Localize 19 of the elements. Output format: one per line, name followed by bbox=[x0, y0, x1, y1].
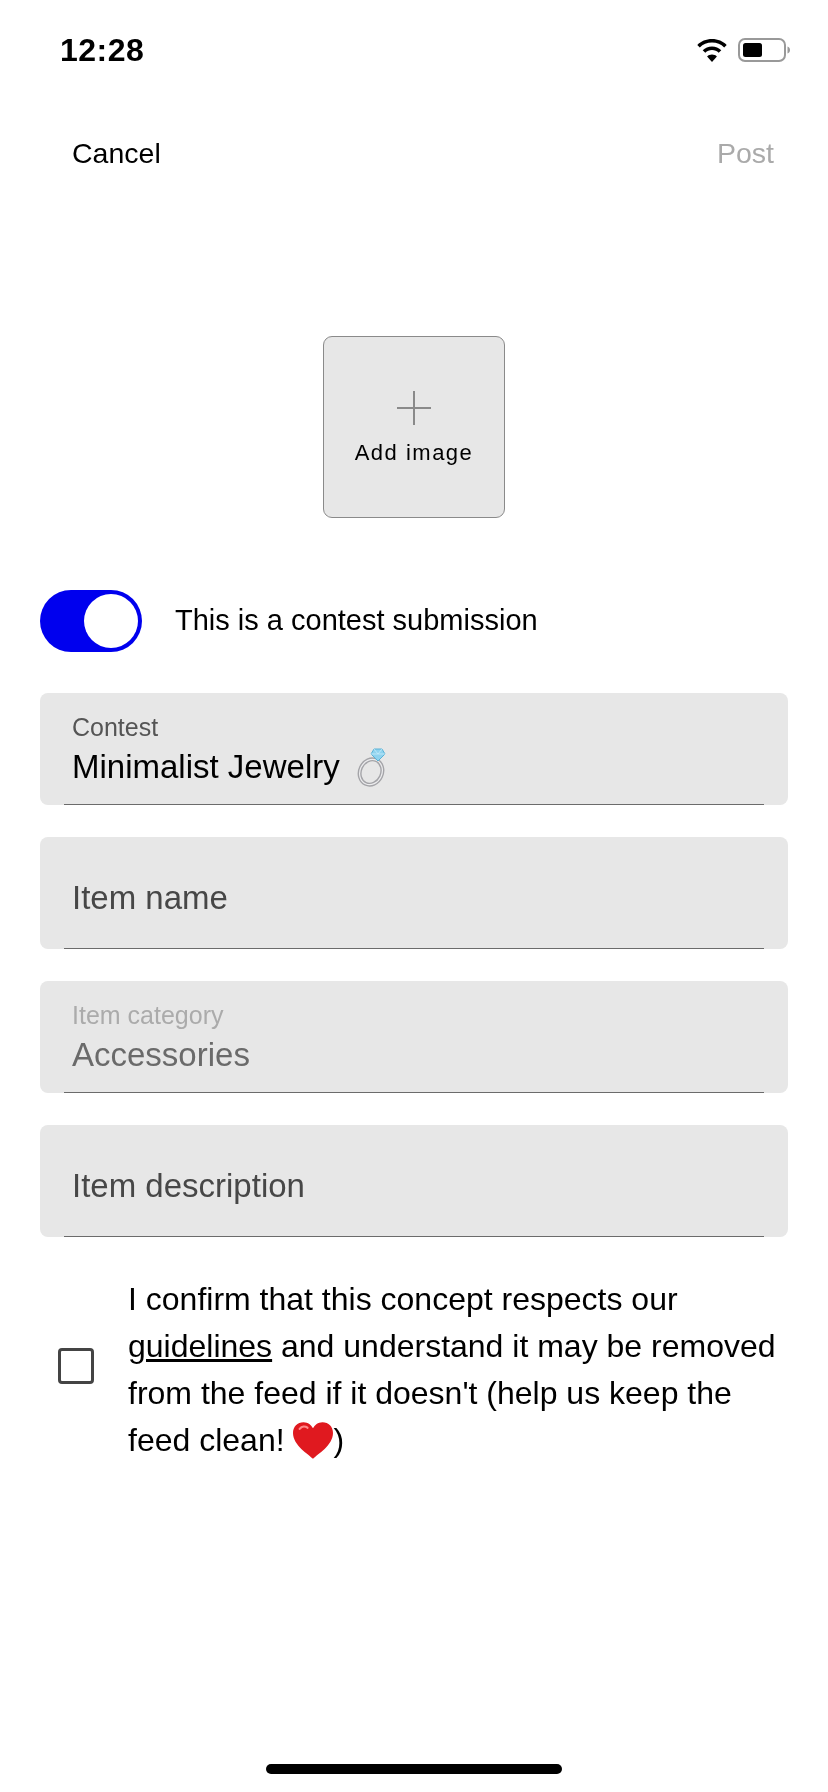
cancel-button[interactable]: Cancel bbox=[72, 131, 161, 175]
input-field[interactable]: Item description bbox=[40, 1125, 788, 1237]
confirmation-text: I confirm that this concept respects our guidelines and understand it may be removed from the feed if it doesn't (help us keep the feed clean! ) bbox=[128, 1280, 777, 1461]
battery-icon bbox=[738, 38, 790, 62]
guidelines-link[interactable]: guidelines bbox=[128, 1328, 273, 1364]
plus-icon bbox=[397, 391, 431, 425]
contest-field[interactable]: Contest Minimalist Jewelry bbox=[40, 693, 788, 805]
toggle-label: This is a contest submission bbox=[175, 603, 538, 639]
input-field[interactable]: Item name bbox=[40, 837, 788, 949]
add-image-label: Add image bbox=[354, 440, 474, 466]
field-value: Accessories bbox=[72, 1035, 250, 1075]
heart-icon bbox=[293, 1422, 334, 1459]
checkbox[interactable] bbox=[58, 1348, 94, 1384]
add-image-button[interactable]: Add image bbox=[323, 336, 505, 518]
field-label: Item category bbox=[72, 1000, 224, 1030]
field-value: Minimalist Jewelry bbox=[72, 747, 340, 787]
status-time: 12:28 bbox=[60, 31, 145, 70]
field-label: Contest bbox=[72, 712, 159, 742]
wifi-icon bbox=[696, 38, 728, 62]
